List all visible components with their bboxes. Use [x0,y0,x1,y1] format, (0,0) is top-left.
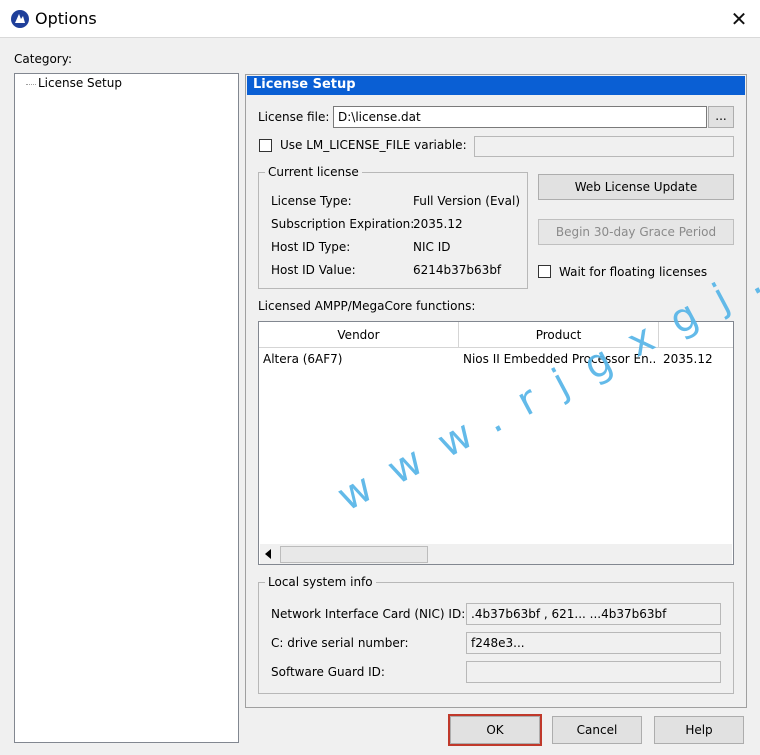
subscription-label: Subscription Expiration: [271,217,415,231]
functions-label: Licensed AMPP/MegaCore functions: [258,299,476,313]
drive-serial-label: C: drive serial number: [271,636,409,650]
row-vendor[interactable]: Altera (6AF7) [263,352,453,366]
nic-field[interactable]: .4b37b63bf , 621... ...4b37b63bf [466,603,721,625]
browse-button[interactable]: ... [708,106,734,128]
wait-floating-checkbox[interactable] [538,265,551,278]
scroll-thumb[interactable] [280,546,428,563]
license-type-value: Full Version (Eval) [413,194,521,208]
lm-license-input[interactable] [474,136,734,157]
nic-label: Network Interface Card (NIC) ID: [271,607,466,621]
tree-connector [26,84,36,85]
horizontal-scrollbar[interactable] [260,544,732,564]
license-type-label: License Type: [271,194,352,208]
use-lm-checkbox[interactable] [259,139,272,152]
title-bar [0,0,760,38]
scroll-left-arrow-icon[interactable] [265,549,271,559]
row-expiry[interactable]: 2035.12 [663,352,733,366]
host-id-type-label: Host ID Type: [271,240,351,254]
subscription-value: 2035.12 [413,217,463,231]
drive-serial-field[interactable]: f248e3... [466,632,721,654]
use-lm-label: Use LM_LICENSE_FILE variable: [280,138,467,152]
ok-button[interactable]: OK [448,714,542,746]
current-license-legend: Current license [265,165,362,179]
host-id-value-label: Host ID Value: [271,263,356,277]
web-license-update-button[interactable]: Web License Update [538,174,734,200]
tree-item-license-setup[interactable]: License Setup [38,76,122,90]
host-id-type-value: NIC ID [413,240,451,254]
cancel-button[interactable]: Cancel [552,716,642,744]
guard-id-label: Software Guard ID: [271,665,385,679]
category-label: Category: [14,52,72,66]
guard-id-field[interactable] [466,661,721,683]
host-id-value: 6214b37b63bf [413,263,502,277]
wait-floating-label: Wait for floating licenses [559,265,708,279]
close-icon[interactable]: ✕ [724,4,754,34]
license-file-input[interactable]: D:\license.dat [333,106,707,128]
local-info-legend: Local system info [265,575,376,589]
window-title: Options [35,9,97,28]
panel-header: License Setup [247,76,745,95]
column-vendor[interactable]: Vendor [259,322,459,348]
app-icon [10,9,30,29]
grace-period-button[interactable]: Begin 30-day Grace Period [538,219,734,245]
license-file-label: License file: [258,110,330,124]
help-button[interactable]: Help [654,716,744,744]
category-tree[interactable] [14,73,239,743]
